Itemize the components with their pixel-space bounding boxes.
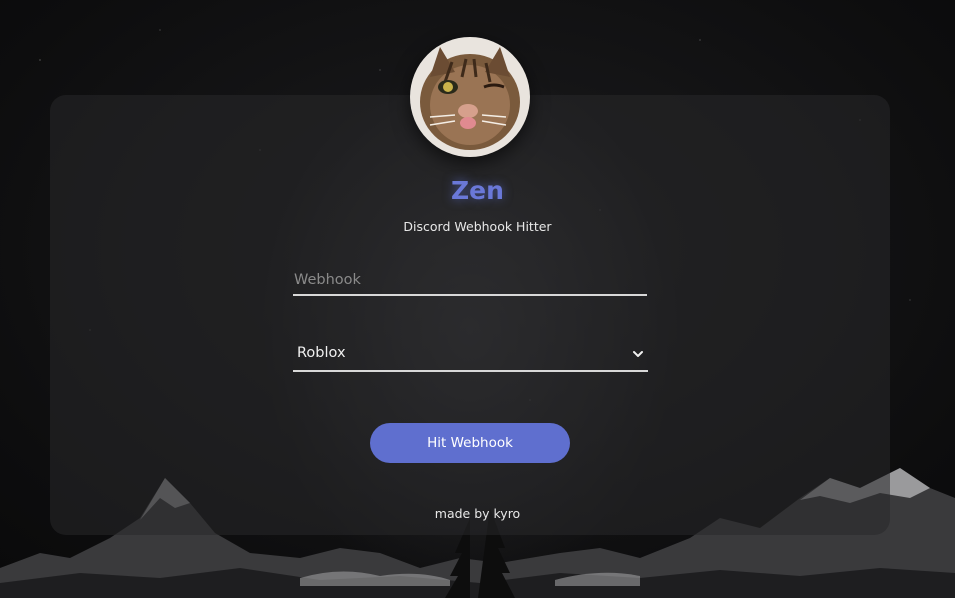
platform-select-value: Roblox xyxy=(297,345,346,361)
chevron-down-icon xyxy=(633,351,643,357)
webhook-url-input[interactable] xyxy=(293,266,647,296)
platform-select[interactable]: Roblox xyxy=(293,340,648,372)
app-subtitle: Discord Webhook Hitter xyxy=(403,219,552,234)
footer-credit: made by kyro xyxy=(434,506,521,521)
cat-avatar-icon xyxy=(410,37,530,157)
hit-webhook-button[interactable]: Hit Webhook xyxy=(370,423,570,463)
form-card xyxy=(50,95,890,535)
app-title: Zen xyxy=(451,176,504,205)
